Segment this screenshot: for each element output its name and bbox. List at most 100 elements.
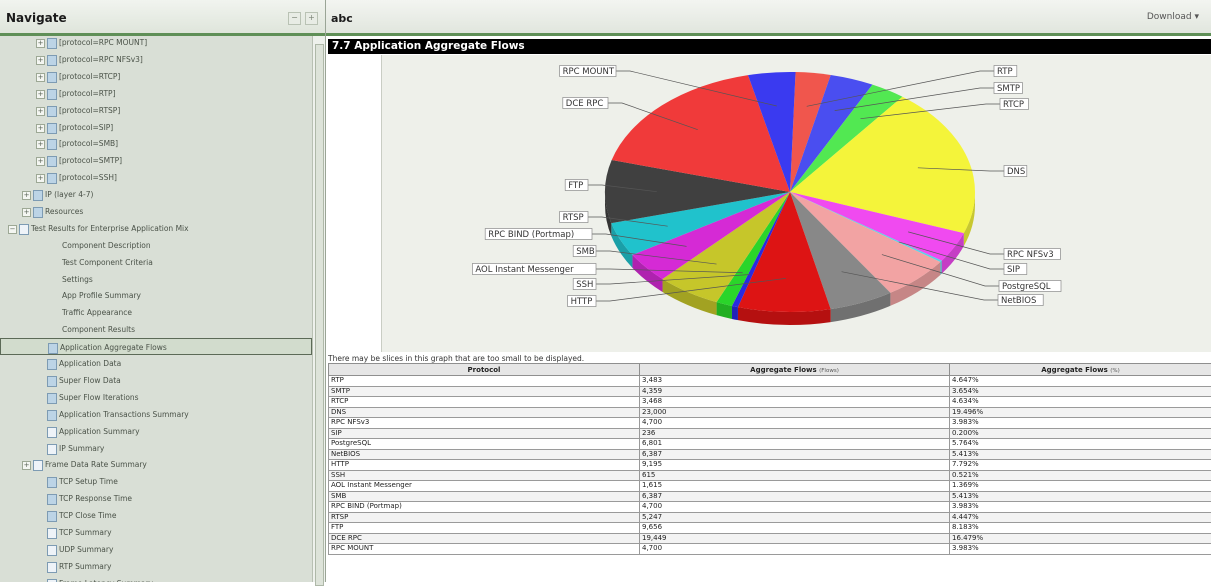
- pie-label: HTTP: [571, 297, 593, 307]
- document-icon: [47, 545, 57, 556]
- nav-tree-item[interactable]: Super Flow Data: [0, 372, 312, 389]
- expand-icon[interactable]: +: [36, 107, 45, 116]
- nav-tree-item[interactable]: − Test Results for Enterprise Application…: [0, 220, 312, 237]
- nav-tree-item[interactable]: Application Aggregate Flows: [0, 338, 312, 355]
- nav-tree-item[interactable]: TCP Close Time: [0, 507, 312, 524]
- nav-tree-item[interactable]: Settings: [0, 271, 312, 288]
- nav-tree-item-label: [protocol=RPC MOUNT]: [59, 36, 147, 51]
- expand-icon[interactable]: +: [36, 140, 45, 149]
- nav-tree-item[interactable]: TCP Summary: [0, 524, 312, 541]
- nav-tree-item[interactable]: +[protocol=RTCP]: [0, 68, 312, 85]
- report-icon: [47, 376, 57, 387]
- nav-tree-item[interactable]: +[protocol=RTSP]: [0, 102, 312, 119]
- expand-icon[interactable]: +: [36, 90, 45, 99]
- table-row: RPC BIND (Portmap)4,7003.983%: [329, 502, 1211, 513]
- nav-tree-item[interactable]: TCP Setup Time: [0, 473, 312, 490]
- flows-cell: 4,359: [640, 386, 950, 397]
- collapse-icon[interactable]: −: [8, 225, 17, 234]
- report-icon: [47, 511, 57, 522]
- expand-panel-button[interactable]: +: [305, 12, 318, 25]
- report-icon: [47, 173, 57, 184]
- nav-tree-item[interactable]: Application Summary: [0, 423, 312, 440]
- nav-tree-item[interactable]: + [protocol=SMB]: [0, 135, 312, 152]
- nav-tree-item[interactable]: UDP Summary: [0, 541, 312, 558]
- percent-cell: 3.983%: [950, 544, 1211, 555]
- nav-tree-item-label: TCP Response Time: [59, 490, 132, 507]
- nav-tree-item[interactable]: TCP Response Time: [0, 490, 312, 507]
- nav-tree-item[interactable]: +IP (layer 4-7): [0, 186, 312, 203]
- nav-tree-item[interactable]: App Profile Summary: [0, 287, 312, 304]
- report-icon: [48, 343, 58, 354]
- pie-label: SMB: [576, 247, 595, 257]
- report-title: abc: [331, 12, 353, 25]
- nav-tree-item[interactable]: IP Summary: [0, 440, 312, 457]
- nav-tree-item[interactable]: +[protocol=RTP]: [0, 85, 312, 102]
- report-icon: [33, 207, 43, 218]
- report-icon: [47, 494, 57, 505]
- section-title: 7.7 Application Aggregate Flows: [328, 39, 1211, 54]
- navigate-tree: + [protocol=RPC MOUNT]+[protocol=RPC NFSv…: [0, 36, 312, 582]
- protocol-cell: DNS: [329, 407, 640, 418]
- flows-cell: 23,000: [640, 407, 950, 418]
- flows-cell: 9,195: [640, 460, 950, 471]
- pie-label: RTP: [997, 67, 1013, 77]
- navigate-panel: Navigate − + +[protocol=RPC MOUNT]+[prot…: [0, 0, 326, 582]
- nav-tree-item[interactable]: +[protocol=SSH]: [0, 169, 312, 186]
- report-icon: [47, 106, 57, 117]
- protocol-cell: RPC NFSv3: [329, 418, 640, 429]
- nav-tree-item[interactable]: Frame Latency Summary: [0, 575, 312, 582]
- nav-tree-item-label: Application Summary: [59, 423, 140, 440]
- expand-icon[interactable]: +: [36, 73, 45, 82]
- nav-tree-item[interactable]: Application Transactions Summary: [0, 406, 312, 423]
- percent-cell: 7.792%: [950, 460, 1211, 471]
- report-icon: [47, 55, 57, 66]
- protocol-cell: RTCP: [329, 397, 640, 408]
- nav-tree-item[interactable]: +[protocol=SIP]: [0, 119, 312, 136]
- nav-tree-item[interactable]: Application Data: [0, 355, 312, 372]
- nav-tree-item[interactable]: + [protocol=RPC MOUNT]: [0, 36, 312, 51]
- percent-cell: 3.983%: [950, 502, 1211, 513]
- collapse-panel-button[interactable]: −: [288, 12, 301, 25]
- pie-chart: RTPSMTPRTCPDNSRPC NFSv3SIPPostgreSQLNetB…: [381, 55, 1211, 352]
- nav-tree-item[interactable]: Component Description: [0, 237, 312, 254]
- nav-tree-item[interactable]: Super Flow Iterations: [0, 389, 312, 406]
- navigate-scrollbar[interactable]: [312, 36, 325, 582]
- nav-tree-item[interactable]: +Resources: [0, 203, 312, 220]
- expand-icon[interactable]: +: [22, 461, 31, 470]
- expand-icon[interactable]: +: [22, 191, 31, 200]
- nav-tree-item-label: TCP Close Time: [59, 507, 116, 524]
- table-row: RTP3,4834.647%: [329, 376, 1211, 387]
- nav-tree-item[interactable]: Traffic Appearance: [0, 304, 312, 321]
- expand-icon[interactable]: +: [36, 174, 45, 183]
- expand-icon[interactable]: +: [36, 56, 45, 65]
- nav-tree-item[interactable]: +[protocol=SMTP]: [0, 152, 312, 169]
- pie-slice-side: [732, 306, 738, 320]
- table-row: RPC MOUNT4,7003.983%: [329, 544, 1211, 555]
- report-icon: [47, 410, 57, 421]
- nav-tree-item-label: Test Results for Enterprise Application …: [31, 220, 189, 237]
- download-button[interactable]: Download ▾: [1147, 12, 1199, 22]
- nav-tree-item[interactable]: Component Results: [0, 321, 312, 338]
- table-row: FTP9,6568.183%: [329, 523, 1211, 534]
- table-row: HTTP9,1957.792%: [329, 460, 1211, 471]
- expand-icon[interactable]: +: [36, 157, 45, 166]
- flows-cell: 3,468: [640, 397, 950, 408]
- protocol-cell: SSH: [329, 470, 640, 481]
- nav-tree-item[interactable]: +Frame Data Rate Summary: [0, 456, 312, 473]
- protocol-cell: SIP: [329, 428, 640, 439]
- percent-cell: 5.413%: [950, 449, 1211, 460]
- report-header: abc Download ▾: [326, 0, 1211, 36]
- nav-tree-item-label: App Profile Summary: [62, 287, 141, 304]
- expand-icon[interactable]: +: [36, 39, 45, 48]
- nav-tree-item-label: Application Aggregate Flows: [60, 339, 167, 356]
- scrollbar-thumb[interactable]: [315, 44, 324, 586]
- nav-tree-item-label: [protocol=SMB]: [59, 135, 118, 152]
- nav-tree-item[interactable]: +[protocol=RPC NFSv3]: [0, 51, 312, 68]
- expand-icon[interactable]: +: [36, 124, 45, 133]
- pie-label: RTSP: [563, 213, 584, 223]
- expand-icon[interactable]: +: [22, 208, 31, 217]
- nav-tree-item-label: TCP Summary: [59, 524, 112, 541]
- nav-tree-item[interactable]: Test Component Criteria: [0, 254, 312, 271]
- table-row: SSH6150.521%: [329, 470, 1211, 481]
- nav-tree-item[interactable]: RTP Summary: [0, 558, 312, 575]
